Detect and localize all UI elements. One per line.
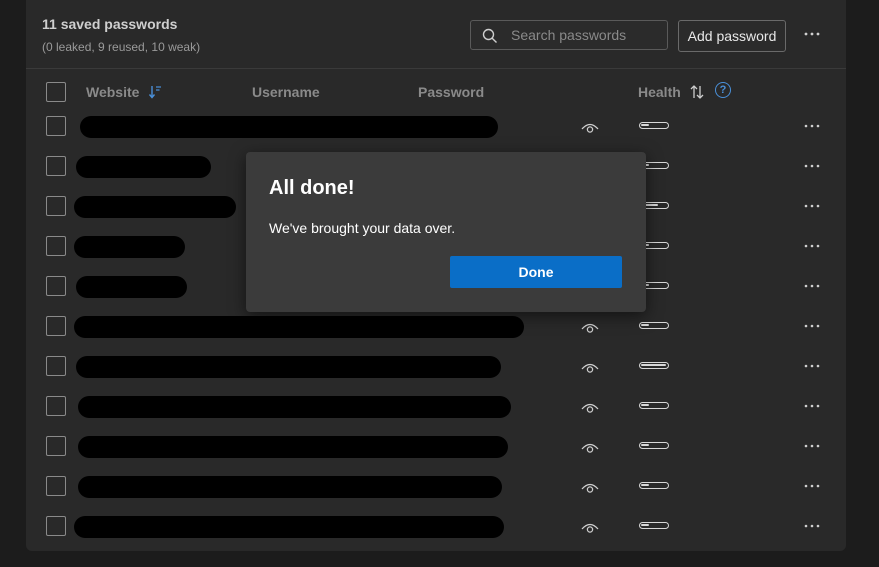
- health-meter: [639, 322, 669, 329]
- password-stats: (0 leaked, 9 reused, 10 weak): [42, 40, 201, 54]
- row-checkbox[interactable]: [46, 156, 66, 176]
- row-checkbox[interactable]: [46, 356, 66, 376]
- row-checkbox[interactable]: [46, 116, 66, 136]
- health-meter: [639, 442, 669, 449]
- row-more-icon[interactable]: [802, 243, 822, 249]
- health-meter-fill: [641, 124, 649, 126]
- dialog-message: We've brought your data over.: [269, 220, 456, 236]
- redacted-website: [80, 116, 498, 138]
- redacted-website: [74, 516, 504, 538]
- dialog-title: All done!: [269, 177, 355, 199]
- row-checkbox[interactable]: [46, 476, 66, 496]
- row-checkbox[interactable]: [46, 316, 66, 336]
- done-button[interactable]: Done: [450, 256, 622, 288]
- row-more-icon[interactable]: [802, 203, 822, 209]
- show-password-icon[interactable]: [581, 401, 599, 415]
- health-meter-fill: [641, 404, 649, 406]
- redacted-website: [76, 276, 187, 298]
- sort-descending-icon[interactable]: [148, 84, 162, 100]
- show-password-icon[interactable]: [581, 321, 599, 335]
- saved-count-title: 11 saved passwords: [42, 16, 178, 32]
- import-complete-dialog: All done! We've brought your data over. …: [246, 152, 646, 312]
- health-meter-fill: [641, 524, 649, 526]
- show-password-icon[interactable]: [581, 481, 599, 495]
- health-meter-fill: [641, 444, 649, 446]
- redacted-website: [74, 236, 185, 258]
- row-checkbox[interactable]: [46, 396, 66, 416]
- health-meter: [639, 362, 669, 369]
- row-more-icon[interactable]: [802, 323, 822, 329]
- show-password-icon[interactable]: [581, 441, 599, 455]
- row-more-icon[interactable]: [802, 363, 822, 369]
- row-checkbox[interactable]: [46, 196, 66, 216]
- health-meter-fill: [641, 484, 649, 486]
- sort-updown-icon[interactable]: [689, 84, 705, 100]
- search-box[interactable]: [470, 20, 668, 50]
- header-divider: [26, 68, 846, 69]
- row-more-icon[interactable]: [802, 523, 822, 529]
- row-more-icon[interactable]: [802, 403, 822, 409]
- redacted-website: [78, 396, 511, 418]
- column-password: Password: [418, 84, 485, 100]
- show-password-icon[interactable]: [581, 521, 599, 535]
- row-more-icon[interactable]: [802, 123, 822, 129]
- column-health[interactable]: Health: [638, 84, 681, 100]
- more-options-icon[interactable]: [802, 26, 822, 42]
- redacted-website: [78, 436, 508, 458]
- search-icon: [482, 28, 497, 43]
- redacted-website: [76, 356, 501, 378]
- row-more-icon[interactable]: [802, 483, 822, 489]
- row-checkbox[interactable]: [46, 236, 66, 256]
- row-checkbox[interactable]: [46, 436, 66, 456]
- row-checkbox[interactable]: [46, 276, 66, 296]
- redacted-website: [76, 156, 211, 178]
- health-meter: [639, 402, 669, 409]
- column-website[interactable]: Website: [86, 84, 139, 100]
- health-meter: [639, 482, 669, 489]
- help-icon[interactable]: ?: [715, 82, 731, 98]
- search-input[interactable]: [511, 21, 661, 49]
- column-username[interactable]: Username: [252, 84, 320, 100]
- health-meter: [639, 522, 669, 529]
- select-all-checkbox[interactable]: [46, 82, 66, 102]
- row-more-icon[interactable]: [802, 283, 822, 289]
- redacted-website: [74, 316, 524, 338]
- health-meter-fill: [641, 364, 666, 366]
- add-password-button[interactable]: Add password: [678, 20, 786, 52]
- show-password-icon[interactable]: [581, 361, 599, 375]
- show-password-icon[interactable]: [581, 121, 599, 135]
- health-meter: [639, 122, 669, 129]
- redacted-website: [74, 196, 236, 218]
- health-meter-fill: [641, 324, 649, 326]
- row-more-icon[interactable]: [802, 163, 822, 169]
- row-checkbox[interactable]: [46, 516, 66, 536]
- row-more-icon[interactable]: [802, 443, 822, 449]
- redacted-website: [78, 476, 502, 498]
